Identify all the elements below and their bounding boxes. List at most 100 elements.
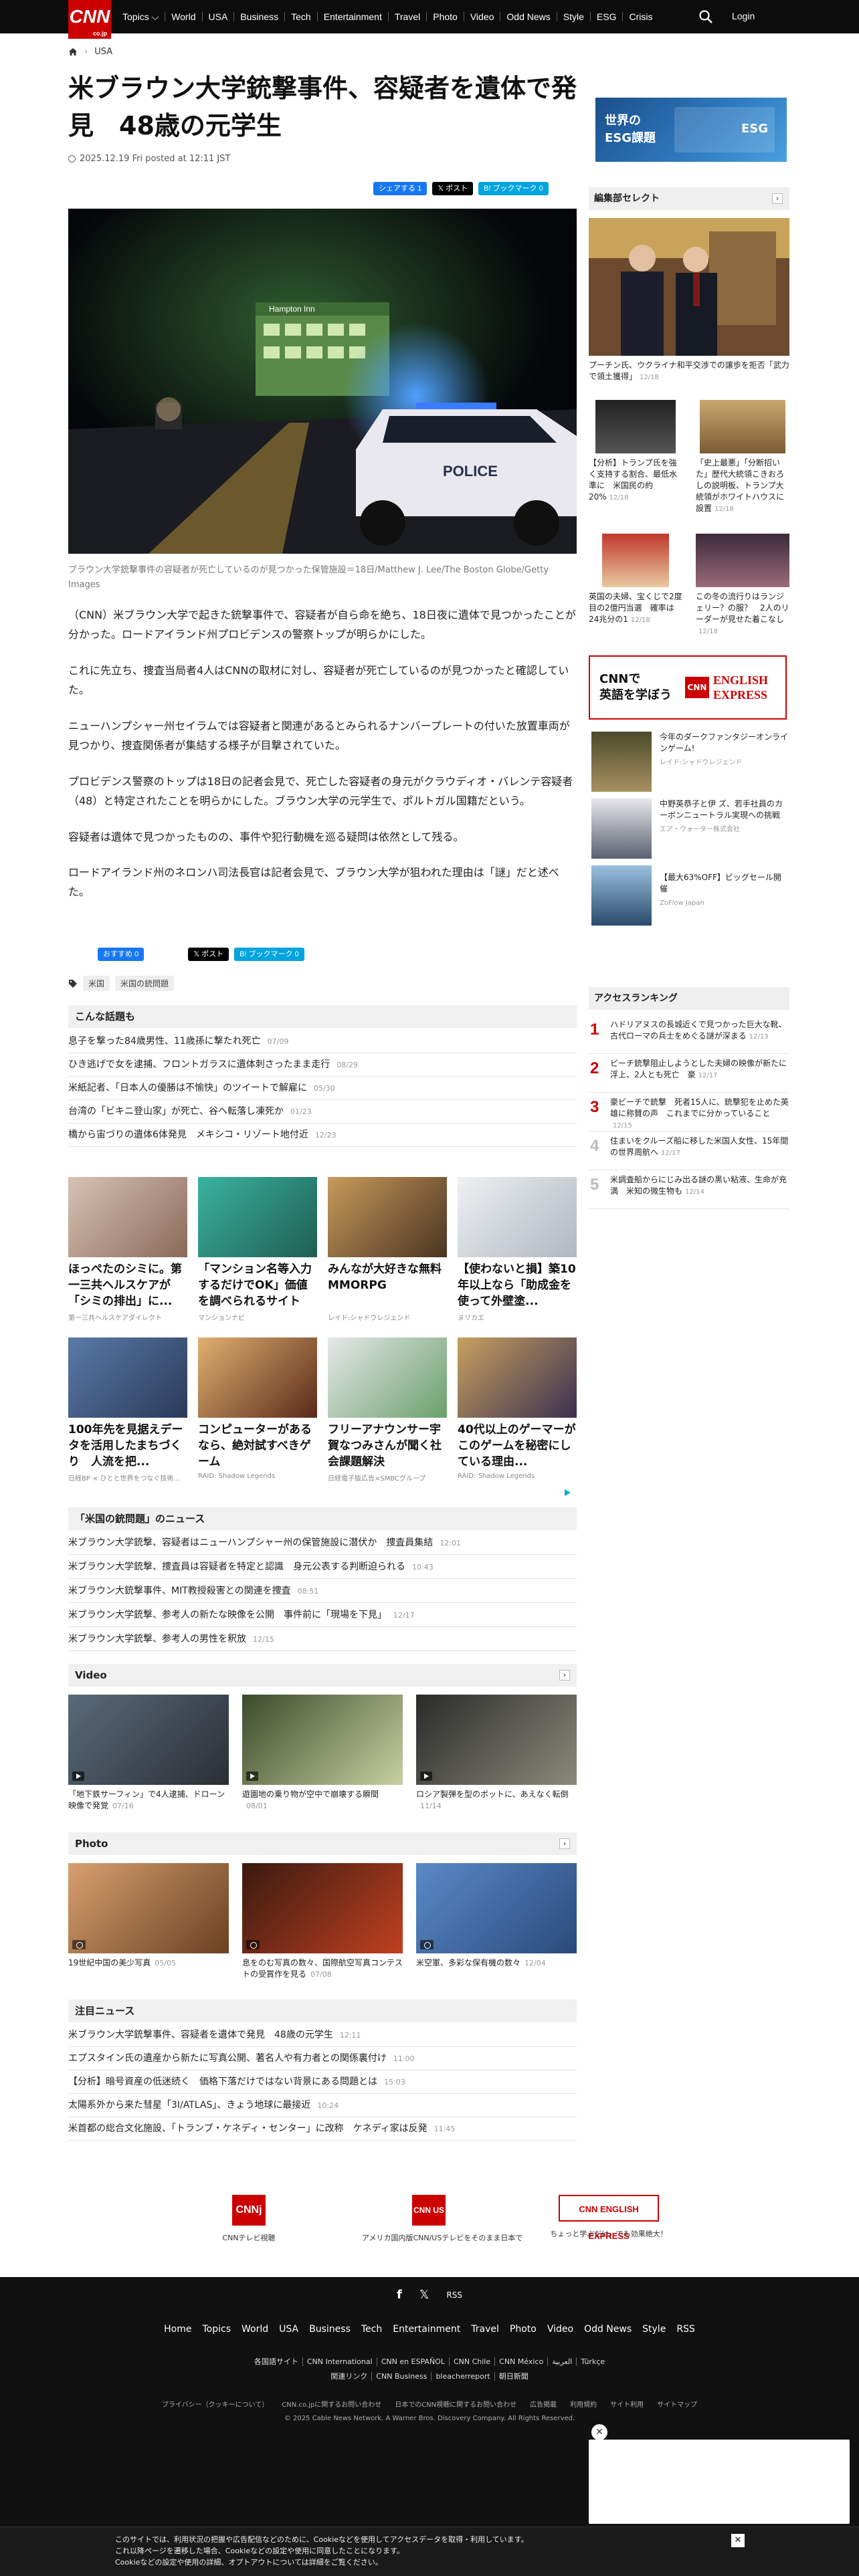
promo-image[interactable] <box>591 865 652 926</box>
footer-legal-link[interactable]: CNN.co.jpに関するお問い合わせ <box>275 2401 388 2409</box>
adchoices-icon[interactable] <box>563 1489 571 1497</box>
editors-grid-caption[interactable]: この冬の流行りはランジェリー？の服？ 2人のリーダーが見せた着こなし12/18 <box>696 591 789 637</box>
ad-close-icon[interactable]: ✕ <box>591 2424 607 2440</box>
nav-item[interactable]: USA <box>203 12 235 21</box>
sponsored-card[interactable]: 【使わないと損】築10年以上なら「助成金を使って外壁塗... ヌリカエ <box>458 1177 577 1322</box>
esg-banner[interactable]: 世界の ESG課題 ESG <box>595 98 787 162</box>
footer-nav-link[interactable]: USA <box>274 2324 304 2335</box>
news-list-item[interactable]: 米ブラウン大銃撃事件、MIT教授殺害との関連を捜査 08:51 <box>68 1580 577 1603</box>
editors-grid-caption[interactable]: 「史上最悪」「分断招いた」歴代大統領こきおろしの説明板、トランプ大統領がホワイト… <box>696 457 789 515</box>
footer-legal-link[interactable]: サイト利用 <box>603 2401 650 2409</box>
footer-legal-link[interactable]: プライバシー（クッキーについて） <box>155 2401 276 2409</box>
footer-nav-link[interactable]: Entertainment <box>387 2324 466 2335</box>
footer-cnnus-link[interactable]: CNN US アメリカ国内版CNN/USテレビをそのまま日本で <box>362 2195 522 2243</box>
footer-nav-link[interactable]: Home <box>159 2324 197 2335</box>
footer-related-link[interactable]: 関連リンク <box>326 2372 373 2381</box>
camera-card[interactable]: 息をのむ写真の数々、国際航空写真コンテストの受賞作を見る 07/08 <box>242 1863 403 1980</box>
promo-image[interactable] <box>591 732 652 792</box>
nav-item[interactable]: Odd News <box>500 12 557 21</box>
editors-grid-image[interactable] <box>696 534 789 587</box>
footer-nav-link[interactable]: Business <box>304 2324 356 2335</box>
nav-item[interactable]: Crisis <box>623 12 658 21</box>
play-card[interactable]: 遊園地の乗り物が空中で崩壊する瞬間08/01 <box>242 1695 403 1812</box>
news-list-item[interactable]: 米ブラウン大学銃撃、容疑者はニューハンプシャー州の保管施設に潜伏か 捜査員集結 1… <box>68 1531 577 1555</box>
news-list-item[interactable]: 米首都の総合文化施設、「トランプ・ケネディ・センター」に改称 ケネディ家は反発 1… <box>68 2117 577 2141</box>
news-list-item[interactable]: 【分析】暗号資産の低迷続く 価格下落だけではない背景にある問題とは 15:03 <box>68 2070 577 2094</box>
ranking-item[interactable]: 1 ハドリアヌスの長城近くで見つかった巨大な靴、古代ローマの兵士をめぐる謎が深まる… <box>589 1019 789 1054</box>
promo-image[interactable] <box>591 798 652 859</box>
sponsored-card[interactable]: 100年先を見据えデータを活用したまちづくり 人流を把... 日経BP × ひとと… <box>68 1337 187 1483</box>
nav-item[interactable]: Photo <box>427 12 464 21</box>
footer-nav-link[interactable]: Photo <box>504 2324 542 2335</box>
nav-item[interactable]: Travel <box>389 12 427 21</box>
cnn-logo[interactable]: CNN co.jp <box>68 0 111 39</box>
footer-language-link[interactable]: CNN Chile <box>449 2357 496 2366</box>
sponsored-card[interactable]: 「マンション名等入力するだけでOK」価値を調べられるサイト マンションナビ <box>198 1177 317 1322</box>
footer-language-link[interactable]: 各国語サイト <box>250 2357 303 2366</box>
x-post-button[interactable]: 𝕏 ポスト <box>432 182 474 195</box>
floating-ad-panel[interactable] <box>589 2440 850 2524</box>
nav-item[interactable]: Video <box>464 12 501 21</box>
sponsored-card[interactable]: ほっぺたのシミに。第一三共ヘルスケアが「シミの排出」に... 第一三共ヘルスケアダ… <box>68 1177 187 1322</box>
sponsored-card[interactable]: 40代以上のゲーマーがこのゲームを秘密にしている理由... RAID: Shado… <box>458 1337 577 1480</box>
news-list-item[interactable]: エプスタイン氏の遺産から新たに写真公開、著名人や有力者との関係裏付け 11:00 <box>68 2047 577 2070</box>
footer-cnnj-link[interactable]: CNNj CNNテレビ視聴 <box>202 2195 296 2243</box>
news-list-item[interactable]: 米紙記者、「日本人の優勝は不愉快」のツイートで解雇に 05/30 <box>68 1077 577 1100</box>
editors-select-main-caption[interactable]: プーチン氏、ウクライナ和平交渉での譲歩を拒否「武力で領土獲得」 12/18 <box>589 360 789 383</box>
cookie-close-icon[interactable]: ✕ <box>731 2534 745 2547</box>
news-list-item[interactable]: 橋から宙づりの遺体6体発見 メキシコ・リゾート地付近 12/23 <box>68 1123 577 1147</box>
footer-legal-link[interactable]: サイトマップ <box>650 2401 704 2409</box>
sponsored-card[interactable]: フリーアナウンサー宇賀なつみさんが聞く社会課題解決 日経電子版広告×SMBCグルー… <box>328 1337 447 1483</box>
facebook-icon[interactable]: f <box>397 2288 402 2302</box>
promo-text[interactable]: 中野英恭子と伊 ズ、若手社員のカーボンニュートラル実現への挑戦 エア・ウォーター株… <box>660 798 788 835</box>
editors-grid-image[interactable] <box>700 400 785 453</box>
footer-legal-link[interactable]: 日本でのCNN視聴に関するお問い合わせ <box>388 2401 523 2409</box>
tag-link[interactable]: 米国の銃問題 <box>115 976 175 991</box>
news-list-item[interactable]: 台湾の「ビキニ登山家」が死亡、谷へ転落し凍死か 01/23 <box>68 1100 577 1123</box>
news-list-item[interactable]: 太陽系外から来た彗星「3I/ATLAS」、きょう地球に最接近 10:24 <box>68 2094 577 2117</box>
photo-more-arrow-icon[interactable]: › <box>559 1838 570 1849</box>
footer-language-link[interactable]: العربية <box>548 2357 577 2366</box>
camera-card[interactable]: 19世紀中国の美少写真 05/05 <box>68 1863 229 1969</box>
nav-item[interactable]: ESG <box>591 12 624 21</box>
editors-grid-caption[interactable]: 【分析】トランプ氏を強く支持する割合、最低水準に 米国民の約20% 12/18 <box>589 457 682 504</box>
news-list-item[interactable]: ひき逃げで女を逮捕、フロントガラスに遺体刺さったまま走行 08/29 <box>68 1053 577 1077</box>
editors-grid-caption[interactable]: 英国の夫婦、宝くじで2度目の2億円当選 確率は24兆分の1 12/18 <box>589 591 682 626</box>
x-post-button[interactable]: 𝕏 ポスト <box>188 948 229 961</box>
video-more-arrow-icon[interactable]: › <box>559 1670 570 1681</box>
play-card[interactable]: 「地下鉄サーフィン」で4人逮捕、ドローン映像で発覚 07/16 <box>68 1695 229 1812</box>
footer-language-link[interactable]: CNN México <box>495 2357 549 2366</box>
editors-select-arrow-icon[interactable]: › <box>772 193 783 204</box>
editors-select-main-image[interactable] <box>589 218 789 356</box>
tag-link[interactable]: 米国 <box>83 976 110 991</box>
footer-english-express-link[interactable]: CNN ENGLISH EXPRESS ちょっと学ぶだけ。でも効果絶大！ <box>549 2195 669 2241</box>
play-card[interactable]: ロシア製弾を型のボットに、あえなく転倒11/14 <box>416 1695 577 1812</box>
news-list-item[interactable]: 米ブラウン大学銃撃事件、容疑者を遺体で発見 48歳の元学生 12:11 <box>68 2024 577 2047</box>
nav-item[interactable]: Entertainment <box>318 12 389 21</box>
nav-item[interactable]: World <box>165 12 203 21</box>
footer-language-link[interactable]: CNN International <box>302 2357 377 2366</box>
nav-item[interactable]: Style <box>557 12 591 21</box>
footer-nav-link[interactable]: Odd News <box>579 2324 637 2335</box>
footer-nav-link[interactable]: RSS <box>671 2324 700 2335</box>
search-icon[interactable] <box>698 9 713 24</box>
footer-legal-link[interactable]: 広告掲載 <box>523 2401 563 2409</box>
facebook-share-button[interactable]: シェアする 1 <box>373 182 427 195</box>
footer-legal-link[interactable]: 利用規約 <box>563 2401 603 2409</box>
editors-grid-image[interactable] <box>602 534 669 587</box>
ranking-item[interactable]: 5 米調査船からにじみ出る謎の黒い粘液、生命が充満 米知の微生物も 12/14 <box>589 1174 789 1209</box>
nav-item[interactable]: Topics ⌵ <box>116 12 166 21</box>
editors-grid-image[interactable] <box>595 400 676 453</box>
footer-language-link[interactable]: CNN en ESPAÑOL <box>377 2357 450 2366</box>
news-list-item[interactable]: 米ブラウン大学銃撃、参考人の新たな映像を公開 事件前に「現場を下見」 12/17 <box>68 1604 577 1627</box>
ranking-item[interactable]: 3 豪ビーチで銃撃 死者15人に、銃撃犯を止めた英雄に称賛の声 これまでに分かって… <box>589 1097 789 1132</box>
sponsored-card[interactable]: コンピューターがあるなら、絶対試すべきゲーム RAID: Shadow Legen… <box>198 1337 317 1480</box>
promo-text[interactable]: 【最大63%OFF】ビッグセール開催 ZoFlow Japan <box>660 872 788 909</box>
footer-nav-link[interactable]: Style <box>637 2324 671 2335</box>
sponsored-card[interactable]: みんなが大好きな無料MMORPG レイド:シャドウレジェンド <box>328 1177 447 1322</box>
hatena-bookmark-button[interactable]: B! ブックマーク 0 <box>478 182 549 195</box>
footer-related-link[interactable]: CNN Business <box>372 2372 432 2381</box>
news-list-item[interactable]: 息子を撃った84歳男性、11歳孫に撃たれ死亡 07/09 <box>68 1030 577 1053</box>
ranking-item[interactable]: 2 ビーチ銃撃阻止しようとした夫婦の映像が新たに浮上、2人とも死亡 豪 12/17 <box>589 1058 789 1093</box>
login-link[interactable]: Login <box>732 11 755 21</box>
